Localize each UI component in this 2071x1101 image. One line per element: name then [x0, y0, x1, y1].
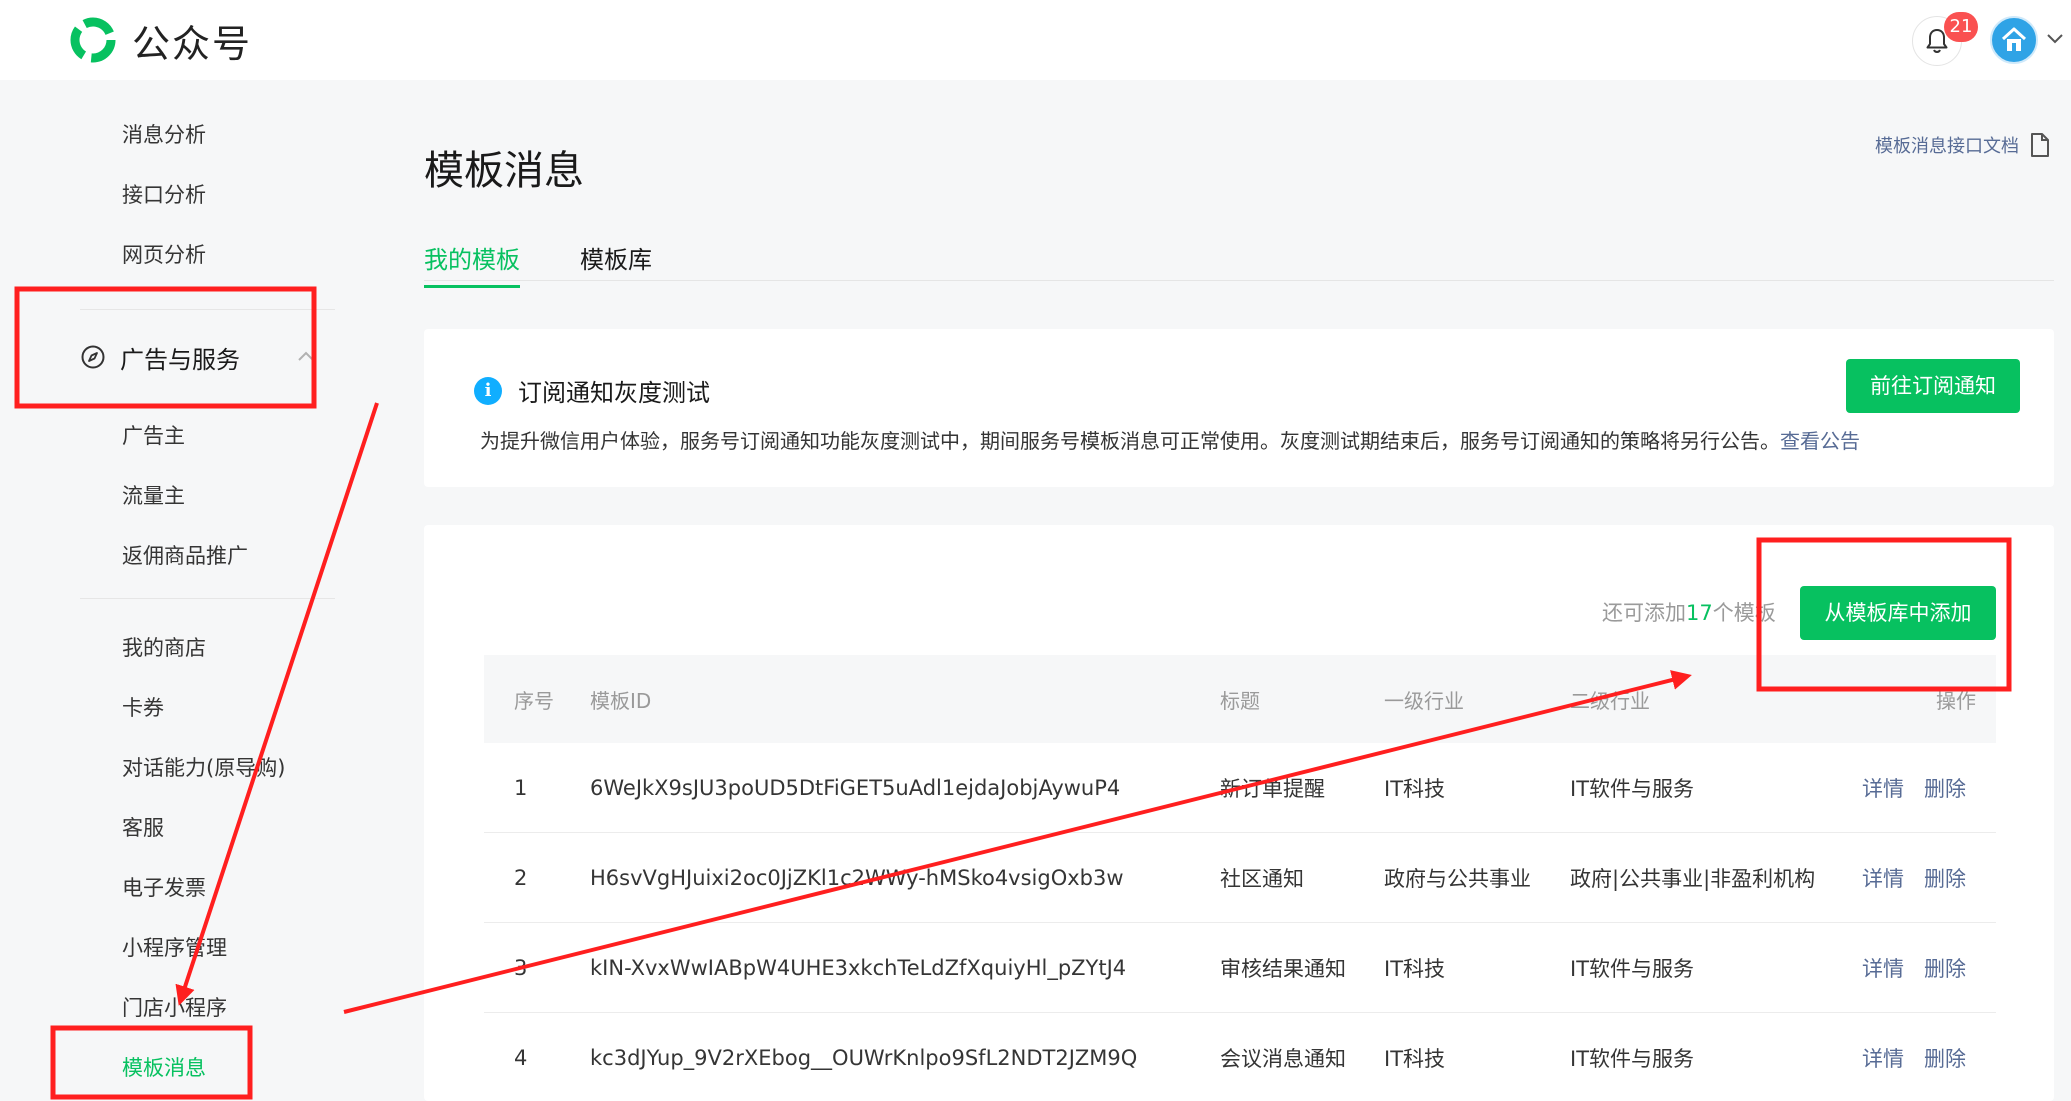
- col-header-industry2: 二级行业: [1570, 688, 1650, 713]
- row-no: 1: [514, 775, 528, 800]
- row-actions: 详情 删除: [1862, 1013, 1966, 1101]
- document-icon: [2031, 133, 2049, 157]
- doc-link-label: 模板消息接口文档: [1875, 136, 2019, 157]
- tab-bar: 我的模板 模板库: [424, 236, 2054, 288]
- notification-badge: 21: [1944, 12, 1978, 42]
- add-from-library-button[interactable]: 从模板库中添加: [1800, 586, 1996, 640]
- row-industry1: IT科技: [1384, 956, 1446, 981]
- row-industry1: IT科技: [1384, 1046, 1446, 1071]
- row-template-id: kc3dJYup_9V2rXEbog__OUWrKnlpo9SfL2NDT2JZ…: [590, 1045, 1138, 1070]
- row-template-id: 6WeJkX9sJU3poUD5DtFiGET5uAdl1ejdaJobjAyw…: [590, 775, 1121, 800]
- avatar[interactable]: [1990, 16, 2038, 64]
- sidebar-item-mini-program[interactable]: 小程序管理: [122, 932, 227, 962]
- house-avatar-icon: [2001, 27, 2027, 51]
- table-row: 4 kc3dJYup_9V2rXEbog__OUWrKnlpo9SfL2NDT2…: [484, 1013, 1996, 1101]
- row-template-id: kIN-XvxWwIABpW4UHE3xkchTeLdZfXquiyHl_pZY…: [590, 955, 1127, 980]
- sidebar: 消息分析 接口分析 网页分析 广告与服务 广告主 流量主 返佣商品推广 我的商店…: [0, 80, 340, 1101]
- sidebar-item-store-mini-program[interactable]: 门店小程序: [122, 992, 227, 1022]
- row-actions: 详情 删除: [1862, 743, 1966, 832]
- notice-card: i 订阅通知灰度测试 为提升微信用户体验，服务号订阅通知功能灰度测试中，期间服务…: [424, 329, 2054, 487]
- row-no: 2: [514, 865, 528, 890]
- sidebar-item-my-store[interactable]: 我的商店: [122, 632, 206, 662]
- top-bar: 公众号 21: [0, 0, 2071, 80]
- sidebar-item-e-invoice[interactable]: 电子发票: [122, 872, 206, 902]
- row-title: 新订单提醒: [1220, 776, 1325, 801]
- tab-my-templates[interactable]: 我的模板: [424, 240, 520, 288]
- row-industry2: IT软件与服务: [1570, 956, 1695, 981]
- row-industry2: IT软件与服务: [1570, 776, 1695, 801]
- sidebar-item-message-analysis[interactable]: 消息分析: [122, 119, 206, 149]
- notice-title: 订阅通知灰度测试: [518, 379, 710, 407]
- tab-template-library[interactable]: 模板库: [580, 240, 652, 285]
- sidebar-divider: [80, 598, 335, 599]
- row-industry2: 政府|公共事业|非盈利机构: [1570, 866, 1816, 891]
- row-no: 4: [514, 1045, 528, 1070]
- template-card: 还可添加17个模板 从模板库中添加 序号 模板ID 标题 一级行业 二级行业 操…: [424, 525, 2054, 1101]
- row-template-id: H6svVgHJuixi2oc0JjZKl1c2WWy-hMSko4vsigOx…: [590, 865, 1124, 890]
- notice-text: 为提升微信用户体验，服务号订阅通知功能灰度测试中，期间服务号模板消息可正常使用。…: [480, 429, 1780, 453]
- row-actions: 详情 删除: [1862, 833, 1966, 922]
- detail-link[interactable]: 详情: [1862, 773, 1904, 803]
- sidebar-item-publisher[interactable]: 流量主: [122, 480, 185, 510]
- sidebar-group-ads-services[interactable]: 广告与服务: [80, 337, 320, 377]
- table-row: 1 6WeJkX9sJU3poUD5DtFiGET5uAdl1ejdaJobjA…: [484, 743, 1996, 833]
- info-icon: i: [474, 377, 502, 405]
- sidebar-item-conversation[interactable]: 对话能力(原导购): [122, 752, 285, 782]
- detail-link[interactable]: 详情: [1862, 953, 1904, 983]
- go-subscription-notice-button[interactable]: 前往订阅通知: [1846, 359, 2020, 413]
- row-title: 会议消息通知: [1220, 1046, 1346, 1071]
- brand[interactable]: 公众号: [68, 14, 252, 66]
- sidebar-item-coupons[interactable]: 卡券: [122, 692, 164, 722]
- sidebar-item-template-message[interactable]: 模板消息: [122, 1052, 206, 1082]
- delete-link[interactable]: 删除: [1924, 953, 1966, 983]
- row-title: 社区通知: [1220, 866, 1304, 891]
- quota-text: 还可添加17个模板: [1602, 597, 1776, 627]
- sidebar-item-customer-service[interactable]: 客服: [122, 812, 164, 842]
- quota-suffix: 个模板: [1712, 601, 1776, 625]
- col-header-no: 序号: [514, 688, 554, 713]
- sidebar-item-advertiser[interactable]: 广告主: [122, 420, 185, 450]
- app-name: 公众号: [132, 21, 253, 66]
- table-row: 2 H6svVgHJuixi2oc0JjZKl1c2WWy-hMSko4vsig…: [484, 833, 1996, 923]
- chevron-down-icon[interactable]: [2045, 32, 2065, 46]
- sidebar-group-label: 广告与服务: [120, 345, 240, 374]
- row-no: 3: [514, 955, 528, 980]
- view-announcement-link[interactable]: 查看公告: [1780, 429, 1860, 453]
- col-header-id: 模板ID: [590, 688, 652, 713]
- table-row: 3 kIN-XvxWwIABpW4UHE3xkchTeLdZfXquiyHl_p…: [484, 923, 1996, 1013]
- quota-count: 17: [1686, 601, 1713, 625]
- table-header: 序号 模板ID 标题 一级行业 二级行业 操作: [484, 655, 1996, 743]
- sidebar-item-api-analysis[interactable]: 接口分析: [122, 179, 206, 209]
- page-title: 模板消息: [424, 148, 584, 194]
- col-header-industry1: 一级行业: [1384, 688, 1464, 713]
- delete-link[interactable]: 删除: [1924, 773, 1966, 803]
- row-industry1: 政府与公共事业: [1384, 866, 1531, 891]
- sidebar-item-web-analysis[interactable]: 网页分析: [122, 239, 206, 269]
- delete-link[interactable]: 删除: [1924, 1043, 1966, 1073]
- sidebar-divider: [80, 309, 335, 310]
- wechat-mp-logo-icon: [70, 17, 116, 63]
- row-actions: 详情 删除: [1862, 923, 1966, 1012]
- notice-body: 为提升微信用户体验，服务号订阅通知功能灰度测试中，期间服务号模板消息可正常使用。…: [480, 425, 1860, 454]
- row-title: 审核结果通知: [1220, 956, 1346, 981]
- quota-prefix: 还可添加: [1602, 601, 1686, 625]
- delete-link[interactable]: 删除: [1924, 863, 1966, 893]
- col-header-actions: 操作: [1936, 688, 1976, 713]
- col-header-title: 标题: [1220, 688, 1260, 713]
- doc-link[interactable]: 模板消息接口文档: [1875, 132, 2051, 158]
- detail-link[interactable]: 详情: [1862, 1043, 1904, 1073]
- detail-link[interactable]: 详情: [1862, 863, 1904, 893]
- row-industry2: IT软件与服务: [1570, 1046, 1695, 1071]
- compass-icon: [81, 345, 105, 369]
- sidebar-item-commission-promotion[interactable]: 返佣商品推广: [122, 540, 248, 570]
- chevron-up-icon[interactable]: [296, 349, 316, 363]
- row-industry1: IT科技: [1384, 776, 1446, 801]
